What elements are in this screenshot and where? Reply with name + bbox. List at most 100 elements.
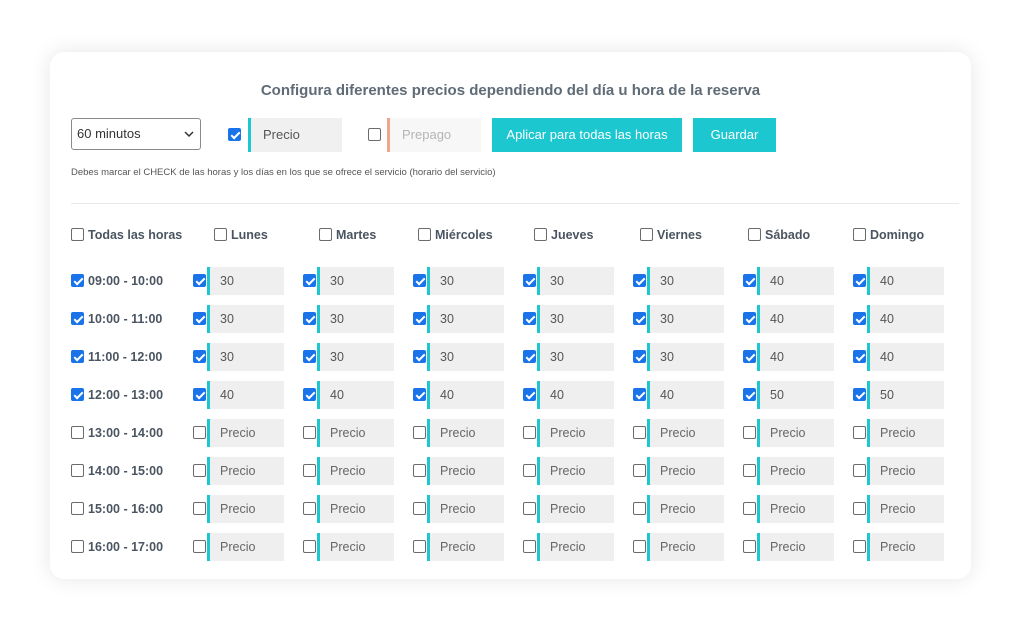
price-cell-input[interactable]: 30 <box>647 305 724 333</box>
apply-all-hours-button[interactable]: Aplicar para todas las horas <box>492 118 682 152</box>
price-cell-checkbox[interactable] <box>743 540 756 553</box>
price-cell-input[interactable]: 30 <box>647 267 724 295</box>
price-cell-input[interactable]: 30 <box>317 343 394 371</box>
price-cell-input[interactable]: 40 <box>867 305 944 333</box>
price-cell-checkbox[interactable] <box>193 312 206 325</box>
price-cell-input[interactable]: 40 <box>427 381 504 409</box>
price-cell-input[interactable]: 30 <box>207 305 284 333</box>
price-cell-checkbox[interactable] <box>523 464 536 477</box>
price-cell-input[interactable]: Precio <box>867 495 944 523</box>
price-cell-input[interactable]: Precio <box>207 495 284 523</box>
price-cell-checkbox[interactable] <box>743 312 756 325</box>
hour-checkbox-6[interactable] <box>71 502 84 516</box>
price-cell-checkbox[interactable] <box>303 350 316 363</box>
price-cell-checkbox[interactable] <box>523 540 536 553</box>
price-cell-input[interactable]: 30 <box>427 267 504 295</box>
price-cell-input[interactable]: Precio <box>317 457 394 485</box>
prepago-enable-checkbox[interactable] <box>368 128 381 141</box>
price-cell-checkbox[interactable] <box>193 350 206 363</box>
all-hours-checkbox[interactable] <box>71 228 84 242</box>
hour-checkbox-1[interactable] <box>71 312 84 326</box>
price-cell-checkbox[interactable] <box>633 502 646 515</box>
price-cell-checkbox[interactable] <box>743 274 756 287</box>
price-cell-checkbox[interactable] <box>413 540 426 553</box>
price-cell-input[interactable]: 40 <box>647 381 724 409</box>
price-cell-checkbox[interactable] <box>413 388 426 401</box>
price-cell-input[interactable]: 40 <box>537 381 614 409</box>
price-cell-checkbox[interactable] <box>743 426 756 439</box>
price-cell-checkbox[interactable] <box>633 540 646 553</box>
price-cell-input[interactable]: Precio <box>207 533 284 561</box>
price-cell-checkbox[interactable] <box>523 426 536 439</box>
price-cell-checkbox[interactable] <box>853 502 866 515</box>
price-cell-checkbox[interactable] <box>853 274 866 287</box>
day-checkbox-2[interactable] <box>418 228 431 242</box>
price-cell-input[interactable]: Precio <box>757 495 834 523</box>
duration-select[interactable]: 60 minutos <box>71 118 201 150</box>
price-cell-input[interactable]: Precio <box>757 419 834 447</box>
price-cell-input[interactable]: 40 <box>757 343 834 371</box>
price-cell-input[interactable]: 30 <box>427 343 504 371</box>
price-cell-input[interactable]: Precio <box>537 419 614 447</box>
day-checkbox-5[interactable] <box>748 228 761 242</box>
price-cell-input[interactable]: Precio <box>867 533 944 561</box>
day-checkbox-0[interactable] <box>214 228 227 242</box>
price-cell-input[interactable]: Precio <box>427 419 504 447</box>
price-cell-checkbox[interactable] <box>413 464 426 477</box>
price-cell-checkbox[interactable] <box>523 388 536 401</box>
price-cell-input[interactable]: 40 <box>317 381 394 409</box>
price-cell-input[interactable]: 50 <box>867 381 944 409</box>
price-cell-checkbox[interactable] <box>853 464 866 477</box>
price-cell-input[interactable]: Precio <box>317 419 394 447</box>
price-cell-input[interactable]: Precio <box>317 495 394 523</box>
price-cell-checkbox[interactable] <box>303 502 316 515</box>
price-cell-checkbox[interactable] <box>303 540 316 553</box>
price-cell-checkbox[interactable] <box>523 502 536 515</box>
price-cell-input[interactable]: Precio <box>647 457 724 485</box>
price-cell-input[interactable]: Precio <box>537 533 614 561</box>
price-cell-input[interactable]: Precio <box>647 495 724 523</box>
price-cell-checkbox[interactable] <box>193 274 206 287</box>
price-cell-input[interactable]: 30 <box>207 267 284 295</box>
price-cell-checkbox[interactable] <box>413 350 426 363</box>
price-cell-checkbox[interactable] <box>413 502 426 515</box>
price-cell-checkbox[interactable] <box>193 426 206 439</box>
price-cell-input[interactable]: Precio <box>537 457 614 485</box>
price-cell-input[interactable]: 30 <box>317 305 394 333</box>
price-cell-input[interactable]: 30 <box>427 305 504 333</box>
price-cell-checkbox[interactable] <box>303 388 316 401</box>
price-cell-input[interactable]: Precio <box>317 533 394 561</box>
price-cell-input[interactable]: Precio <box>537 495 614 523</box>
price-cell-input[interactable]: 30 <box>317 267 394 295</box>
save-button[interactable]: Guardar <box>693 118 776 152</box>
hour-checkbox-7[interactable] <box>71 540 84 554</box>
price-cell-checkbox[interactable] <box>633 312 646 325</box>
price-cell-checkbox[interactable] <box>743 350 756 363</box>
price-cell-checkbox[interactable] <box>633 426 646 439</box>
price-cell-checkbox[interactable] <box>743 388 756 401</box>
price-cell-input[interactable]: 40 <box>207 381 284 409</box>
price-cell-checkbox[interactable] <box>633 464 646 477</box>
price-cell-input[interactable]: Precio <box>647 533 724 561</box>
price-cell-input[interactable]: Precio <box>867 457 944 485</box>
price-cell-input[interactable]: Precio <box>757 533 834 561</box>
price-cell-checkbox[interactable] <box>303 464 316 477</box>
price-cell-input[interactable]: 40 <box>867 343 944 371</box>
price-cell-input[interactable]: 30 <box>537 267 614 295</box>
price-cell-checkbox[interactable] <box>853 540 866 553</box>
price-cell-input[interactable]: Precio <box>427 495 504 523</box>
price-cell-checkbox[interactable] <box>303 426 316 439</box>
price-cell-checkbox[interactable] <box>413 426 426 439</box>
price-cell-checkbox[interactable] <box>853 350 866 363</box>
price-cell-checkbox[interactable] <box>853 312 866 325</box>
price-cell-input[interactable]: 30 <box>647 343 724 371</box>
price-cell-input[interactable]: Precio <box>647 419 724 447</box>
hour-checkbox-2[interactable] <box>71 350 84 364</box>
price-cell-input[interactable]: Precio <box>427 457 504 485</box>
price-cell-checkbox[interactable] <box>743 502 756 515</box>
prepago-input[interactable]: Prepago <box>387 118 481 152</box>
price-cell-checkbox[interactable] <box>193 502 206 515</box>
price-cell-checkbox[interactable] <box>743 464 756 477</box>
price-cell-input[interactable]: 40 <box>867 267 944 295</box>
price-input[interactable]: Precio <box>248 118 342 152</box>
